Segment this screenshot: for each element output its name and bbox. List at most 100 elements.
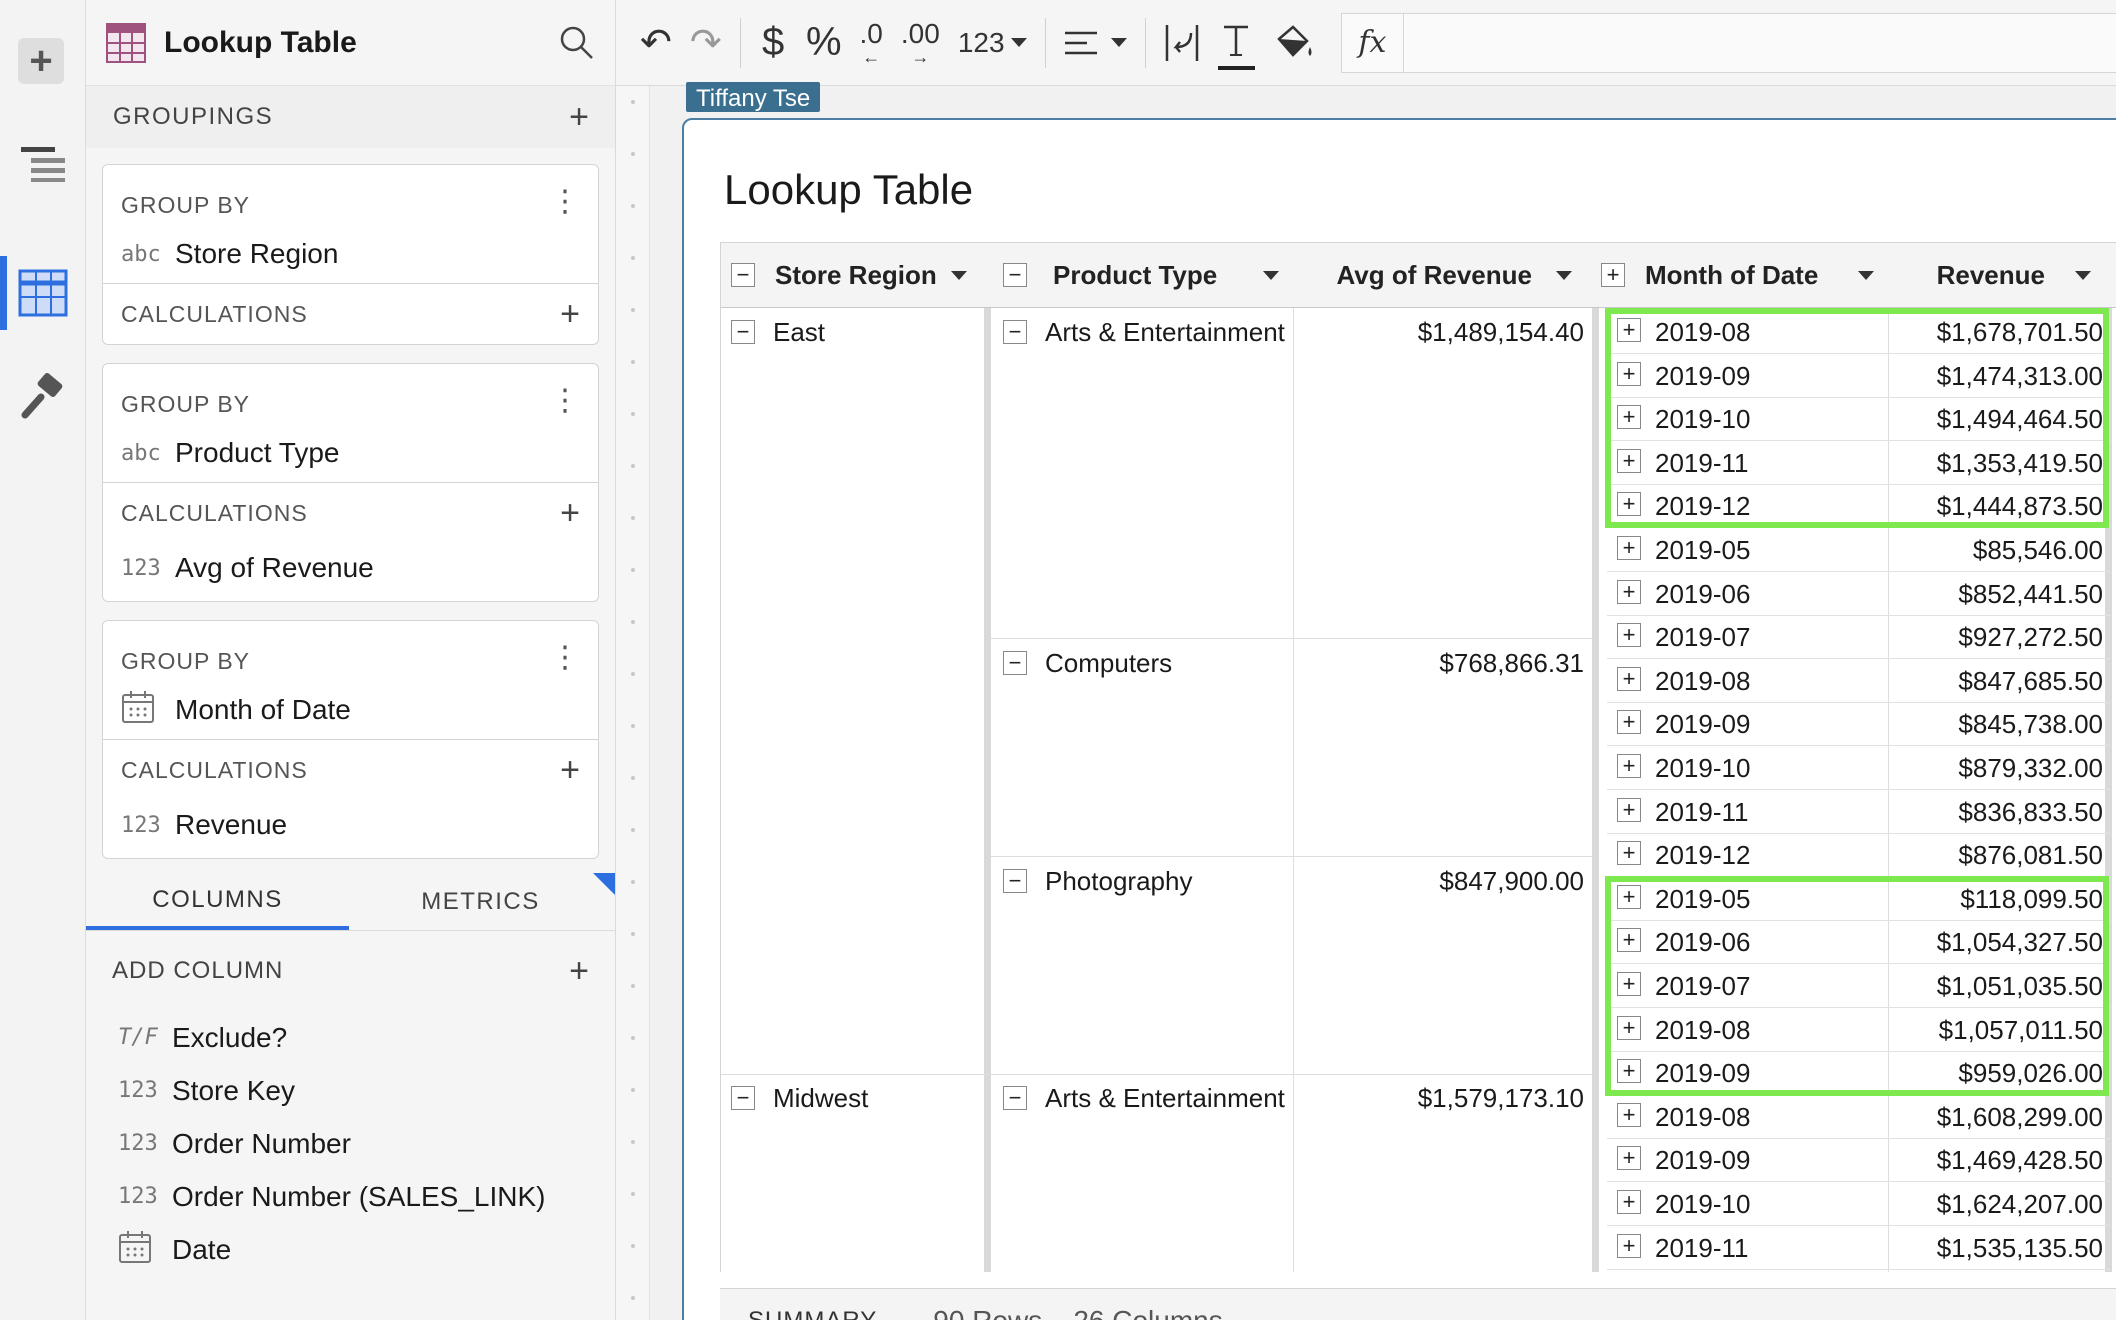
- undo-button[interactable]: ↶: [640, 13, 672, 73]
- format-button[interactable]: [0, 352, 86, 442]
- search-icon[interactable]: [559, 25, 595, 61]
- expand-icon[interactable]: +: [1617, 1102, 1641, 1127]
- table-row[interactable]: +2019-05 $85,546.00: [1607, 528, 2111, 572]
- expand-icon[interactable]: +: [1617, 1190, 1641, 1214]
- tab-columns[interactable]: COLUMNS: [86, 873, 349, 930]
- revenue-cell: $1,535,135.50: [1936, 1232, 2103, 1263]
- tab-metrics[interactable]: METRICS: [349, 873, 612, 930]
- expand-icon[interactable]: +: [1617, 536, 1641, 560]
- pivot-table: − Store Region − Product Type Avg of Rev…: [720, 242, 2116, 1272]
- percent-format-button[interactable]: %: [806, 13, 842, 73]
- collapse-icon[interactable]: −: [731, 263, 755, 287]
- chevron-up-icon[interactable]: ︿: [895, 1305, 917, 1320]
- header-store-region[interactable]: − Store Region: [731, 243, 981, 307]
- expand-icon[interactable]: +: [1617, 1233, 1641, 1258]
- header-avg-revenue[interactable]: Avg of Revenue: [1294, 243, 1592, 307]
- column-item[interactable]: 123 Store Key: [86, 1064, 615, 1117]
- kebab-menu-icon[interactable]: ⋮: [550, 383, 580, 418]
- expand-icon[interactable]: +: [1617, 710, 1641, 735]
- collapse-icon[interactable]: −: [731, 320, 755, 344]
- table-row[interactable]: +2019-12 $876,081.50: [1607, 833, 2111, 878]
- paintbrush-icon: [21, 373, 63, 419]
- product-cell[interactable]: − Computers: [1003, 641, 1172, 685]
- column-item[interactable]: 123 Order Number (SALES_LINK): [86, 1170, 615, 1223]
- expand-icon[interactable]: +: [1617, 841, 1641, 866]
- collapse-icon[interactable]: −: [1003, 320, 1027, 344]
- table-element[interactable]: Lookup Table − Store Region − Product Ty…: [682, 118, 2116, 1320]
- expand-icon[interactable]: +: [1617, 797, 1641, 822]
- expand-icon[interactable]: +: [1617, 579, 1641, 604]
- column-item[interactable]: Date: [86, 1223, 615, 1276]
- avg-revenue-cell: $1,579,173.10: [1417, 1082, 1584, 1113]
- increase-decimals-button[interactable]: .00 →: [901, 13, 940, 73]
- month-cell: 2019-09: [1655, 709, 1751, 740]
- add-grouping-button[interactable]: +: [569, 100, 589, 134]
- outline-button[interactable]: [0, 118, 86, 208]
- collapse-icon[interactable]: −: [1003, 651, 1027, 675]
- chevron-down-icon[interactable]: [951, 270, 967, 280]
- column-name: Date: [172, 1233, 232, 1265]
- number-type-icon: 123: [121, 555, 161, 581]
- calculations-label: CALCULATIONS: [121, 756, 308, 783]
- table-row[interactable]: +2019-11 $836,833.50: [1607, 790, 2111, 834]
- calculation-column[interactable]: 123 Revenue: [121, 800, 580, 850]
- fill-color-button[interactable]: [1273, 13, 1315, 73]
- group-by-column[interactable]: Month of Date: [121, 681, 580, 739]
- kebab-menu-icon[interactable]: ⋮: [550, 184, 580, 219]
- collapse-icon[interactable]: −: [1003, 869, 1027, 893]
- kebab-menu-icon[interactable]: ⋮: [550, 640, 580, 675]
- collapse-icon[interactable]: −: [731, 1086, 755, 1110]
- text-wrap-button[interactable]: [1164, 13, 1200, 73]
- chevron-down-icon[interactable]: [1556, 270, 1572, 280]
- table-row[interactable]: +2019-08 $1,608,299.00: [1607, 1095, 2111, 1139]
- group-by-column[interactable]: abc Store Region: [121, 225, 580, 283]
- element-data-button[interactable]: [0, 248, 86, 338]
- column-item[interactable]: T/F Exclude?: [86, 1011, 615, 1064]
- region-cell[interactable]: − East: [731, 310, 825, 354]
- expand-icon[interactable]: +: [1617, 623, 1641, 648]
- chevron-down-icon[interactable]: [1263, 270, 1279, 280]
- table-row[interactable]: +2019-09 $1,469,428.50: [1607, 1138, 2111, 1183]
- collapse-icon[interactable]: −: [1003, 1086, 1027, 1110]
- group-by-column-name: Product Type: [175, 437, 340, 468]
- number-format-dropdown[interactable]: 123: [958, 13, 1027, 73]
- expand-icon[interactable]: +: [1601, 263, 1625, 287]
- align-dropdown[interactable]: [1063, 13, 1128, 73]
- table-row[interactable]: +2019-09 $845,738.00: [1607, 702, 2111, 747]
- product-cell[interactable]: − Arts & Entertainment: [1003, 310, 1285, 354]
- header-month-of-date[interactable]: + Month of Date: [1601, 243, 1888, 307]
- calculation-column[interactable]: 123 Avg of Revenue: [121, 543, 580, 593]
- group-by-column[interactable]: abc Product Type: [121, 424, 580, 482]
- add-calculation-button[interactable]: +: [560, 496, 580, 530]
- chevron-down-icon[interactable]: [1858, 270, 1874, 280]
- decrease-decimals-button[interactable]: .0 ←: [860, 13, 883, 73]
- text-style-button[interactable]: [1218, 16, 1255, 70]
- expand-icon[interactable]: +: [1617, 1146, 1641, 1171]
- table-row[interactable]: +2019-10 $879,332.00: [1607, 746, 2111, 790]
- add-element-button[interactable]: +: [18, 38, 64, 84]
- header-revenue[interactable]: Revenue: [1889, 243, 2105, 307]
- product-cell[interactable]: − Arts & Entertainment: [1003, 1076, 1285, 1120]
- expand-icon[interactable]: +: [1617, 754, 1641, 778]
- table-row[interactable]: +2019-10 $1,624,207.00: [1607, 1182, 2111, 1226]
- table-row[interactable]: +2019-06 $852,441.50: [1607, 572, 2111, 616]
- formula-bar[interactable]: fx: [1340, 12, 2116, 73]
- table-row[interactable]: +2019-07 $927,272.50: [1607, 615, 2111, 660]
- chevron-down-icon[interactable]: [2075, 270, 2091, 280]
- expand-icon[interactable]: +: [1617, 666, 1641, 691]
- add-calculation-button[interactable]: +: [560, 753, 580, 787]
- collapse-icon[interactable]: −: [1003, 263, 1027, 287]
- table-row[interactable]: +2019-08 $847,685.50: [1607, 659, 2111, 703]
- element-title[interactable]: Lookup Table: [724, 166, 973, 214]
- product-cell[interactable]: − Photography: [1003, 859, 1192, 903]
- currency-format-button[interactable]: $: [758, 13, 788, 73]
- header-product-type[interactable]: − Product Type: [1003, 243, 1293, 307]
- summary-bar[interactable]: SUMMARY ︿ 90 Rows – 26 Columns: [720, 1288, 2116, 1320]
- table-row[interactable]: +2019-11 $1,535,135.50: [1607, 1226, 2111, 1270]
- add-calculation-button[interactable]: +: [560, 297, 580, 331]
- region-cell[interactable]: − Midwest: [731, 1076, 868, 1120]
- column-item[interactable]: 123 Order Number: [86, 1117, 615, 1170]
- redo-button[interactable]: ↷: [690, 13, 722, 73]
- add-column-button[interactable]: +: [569, 954, 589, 988]
- header-label: Revenue: [1936, 259, 2045, 290]
